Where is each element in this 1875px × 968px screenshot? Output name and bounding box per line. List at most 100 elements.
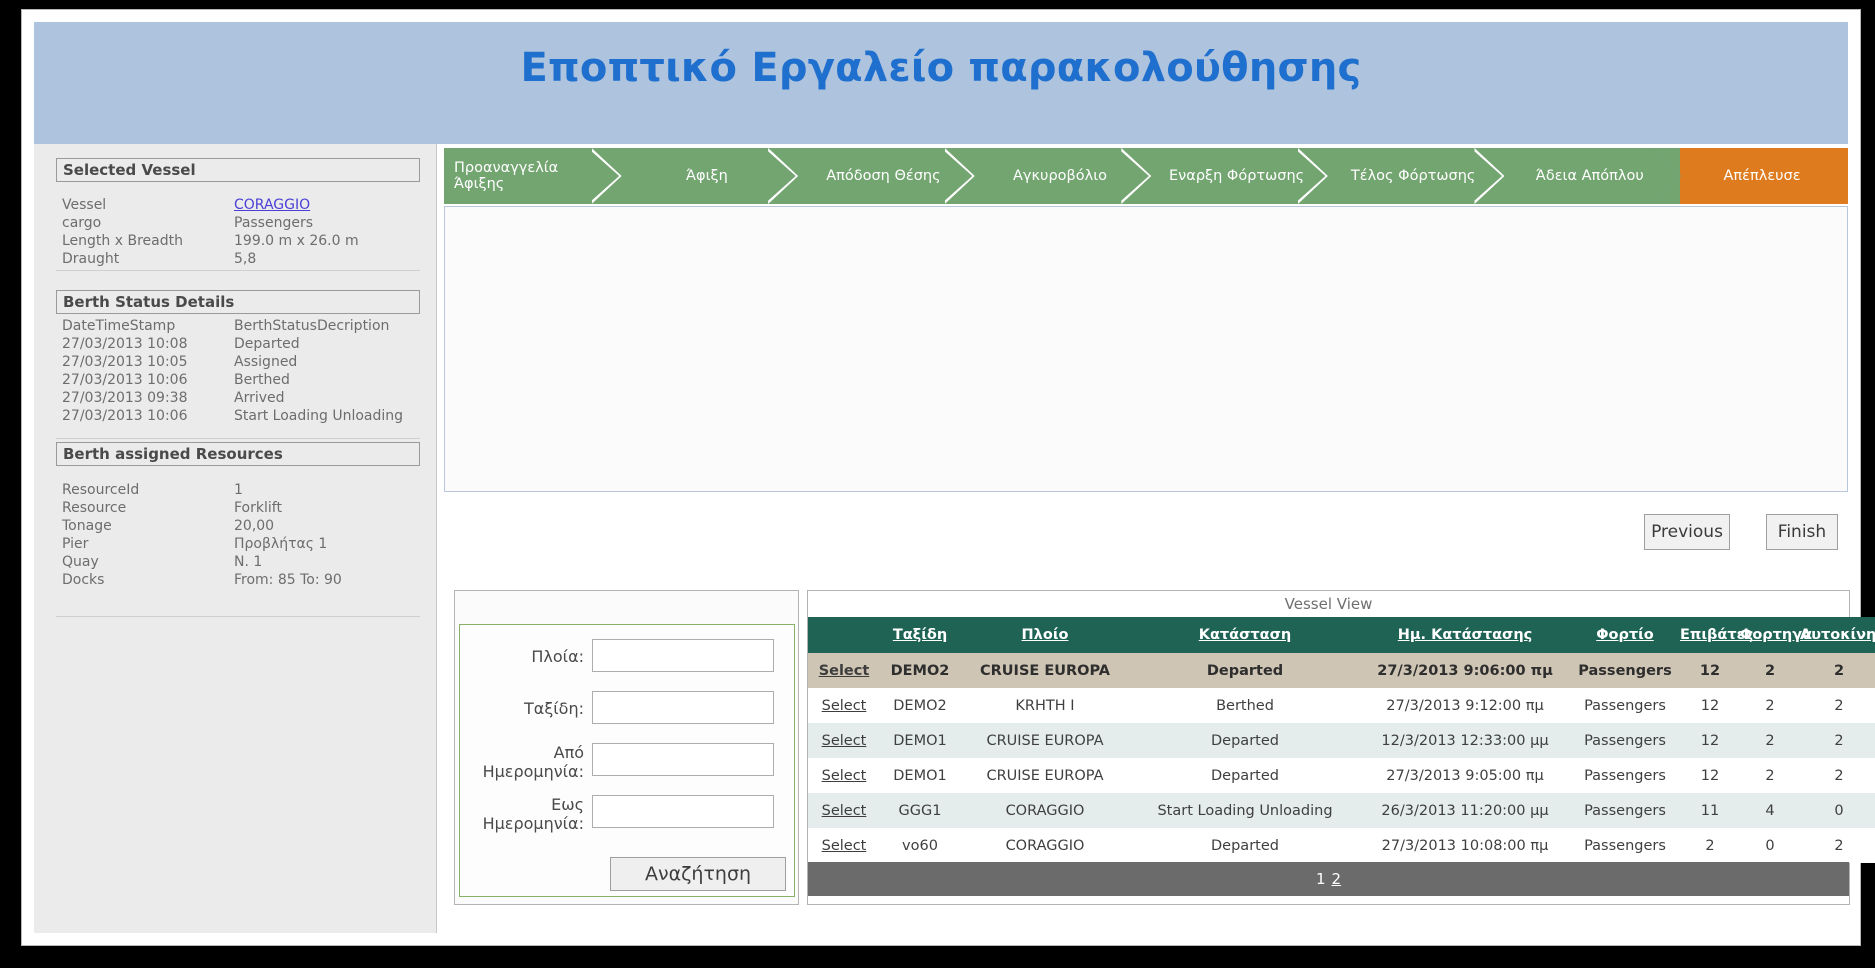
table-row[interactable]: Select DEMO2 KRHTH I Berthed 27/3/2013 9… — [808, 688, 1875, 723]
table-row: Draught 5,8 — [56, 250, 420, 268]
table-row: ResourceId 1 — [56, 481, 420, 499]
cell-timestamp: 27/03/2013 09:38 — [62, 390, 188, 406]
cell-passengers: 12 — [1680, 758, 1740, 793]
wizard-step-label: Αγκυροβόλιο — [1013, 168, 1108, 184]
cell-cars: 2 — [1800, 653, 1875, 688]
wizard-step-5[interactable]: Εναρξη Φόρτωσης — [1150, 148, 1327, 204]
field-label: cargo — [62, 215, 102, 231]
cell-timestamp: 27/03/2013 10:08 — [62, 336, 188, 352]
field-label: Length x Breadth — [62, 233, 183, 249]
col-passengers[interactable]: Επιβάτες — [1680, 617, 1753, 653]
cell-timestamp: 27/03/2013 10:06 — [62, 372, 188, 388]
select-row-link[interactable]: Select — [822, 768, 867, 784]
wizard-step-6[interactable]: Τέλος Φόρτωσης — [1326, 148, 1504, 204]
select-row-link[interactable]: Select — [822, 698, 867, 714]
cell-cars: 2 — [1800, 688, 1875, 723]
wizard-step-8-active[interactable]: Απέπλευσε — [1680, 148, 1848, 204]
col-trip[interactable]: Ταξίδη — [880, 617, 960, 653]
select-row-link[interactable]: Select — [822, 838, 867, 854]
col-cars[interactable]: Αυτοκίνητα — [1800, 617, 1875, 653]
wizard-step-3[interactable]: Απόδοση Θέσης — [797, 148, 974, 204]
cell-passengers: 2 — [1680, 828, 1740, 863]
form-row-trip: Ταξίδη: — [460, 691, 794, 735]
page-link-2[interactable]: 2 — [1332, 870, 1342, 888]
wizard-step-7[interactable]: Άδεια Απόπλου — [1503, 148, 1681, 204]
table-row: Quay Ν. 1 — [56, 553, 420, 571]
table-row: Tonage 20,00 — [56, 517, 420, 535]
table-header-row: DateTimeStamp BerthStatusDecription — [56, 317, 420, 335]
wizard-navigation: Previous Finish — [444, 502, 1848, 562]
col-status-date[interactable]: Ημ. Κατάστασης — [1360, 617, 1570, 653]
col-vessel[interactable]: Πλοίο — [960, 617, 1130, 653]
table-row[interactable]: Select GGG1 CORAGGIO Start Loading Unloa… — [808, 793, 1875, 828]
cell-passengers: 12 — [1680, 688, 1740, 723]
cell-trip: DEMO2 — [880, 653, 960, 688]
cell-trucks: 2 — [1740, 688, 1800, 723]
wizard-step-label: Άφιξη — [685, 168, 728, 184]
to-date-input[interactable] — [592, 795, 774, 828]
column-header: BerthStatusDecription — [234, 318, 390, 334]
wizard-step-label: Προαναγγελία Άφιξης — [454, 160, 559, 192]
cell-status-date: 27/3/2013 9:05:00 πμ — [1360, 758, 1570, 793]
table-row[interactable]: Select DEMO1 CRUISE EUROPA Departed 27/3… — [808, 758, 1875, 793]
column-header: DateTimeStamp — [62, 318, 176, 334]
vessel-field-label: Πλοία: — [531, 647, 584, 666]
search-panel: Πλοία: Ταξίδη: Από Ημερομηνία: Εως Ημερο… — [454, 590, 799, 905]
page-link-1[interactable]: 1 — [1316, 870, 1326, 888]
cell-status-date: 27/3/2013 9:12:00 πμ — [1360, 688, 1570, 723]
table-row[interactable]: Select DEMO2 CRUISE EUROPA Departed 27/3… — [808, 653, 1875, 688]
form-row-from-date: Από Ημερομηνία: — [460, 743, 794, 787]
col-status[interactable]: Κατάσταση — [1130, 617, 1360, 653]
field-value: Ν. 1 — [234, 554, 263, 570]
grid-pagination: 1 2 — [808, 862, 1849, 896]
application-window: Εποπτικό Εργαλείο παρακολούθησης Selecte… — [22, 10, 1875, 945]
cell-status-date: 27/3/2013 9:06:00 πμ — [1360, 653, 1570, 688]
wizard-step-4[interactable]: Αγκυροβόλιο — [973, 148, 1151, 204]
cell-vessel: CRUISE EUROPA — [960, 653, 1130, 688]
table-row: Pier Προβλήτας 1 — [56, 535, 420, 553]
wizard-step-label: Απέπλευσε — [1723, 168, 1801, 184]
field-label: Draught — [62, 251, 120, 267]
cell-status: Departed — [234, 336, 300, 352]
vessel-name-link[interactable]: CORAGGIO — [234, 197, 310, 213]
previous-button[interactable]: Previous — [1644, 514, 1730, 550]
table-row: 27/03/2013 10:06 Start Loading Unloading — [56, 407, 420, 425]
field-value: Προβλήτας 1 — [234, 536, 328, 552]
cell-trip: DEMO2 — [880, 688, 960, 723]
vessel-view-table: Ταξίδη Πλοίο Κατάσταση Ημ. Κατάστασης Φο… — [808, 617, 1875, 863]
select-row-link[interactable]: Select — [822, 733, 867, 749]
from-date-input[interactable] — [592, 743, 774, 776]
berth-resources-heading: Berth assigned Resources — [56, 442, 420, 466]
col-trucks[interactable]: Φορτηγα — [1740, 617, 1812, 653]
title-banner: Εποπτικό Εργαλείο παρακολούθησης — [34, 22, 1848, 144]
wizard-step-bar: Προαναγγελία Άφιξης Άφιξη Απόδοση Θέσης … — [444, 148, 1848, 204]
page-title: Εποπτικό Εργαλείο παρακολούθησης — [520, 45, 1362, 91]
table-row: 27/03/2013 09:38 Arrived — [56, 389, 420, 407]
field-value: Forklift — [234, 500, 282, 516]
cell-trucks: 4 — [1740, 793, 1800, 828]
col-cargo[interactable]: Φορτίο — [1570, 617, 1680, 653]
field-label: Vessel — [62, 197, 107, 213]
field-value: Passengers — [234, 215, 314, 231]
cell-status: Start Loading Unloading — [1130, 793, 1360, 828]
cell-trip: DEMO1 — [880, 758, 960, 793]
vessel-search-input[interactable] — [592, 639, 774, 672]
cell-passengers: 12 — [1680, 723, 1740, 758]
cell-status-date: 12/3/2013 12:33:00 μμ — [1360, 723, 1570, 758]
table-row: Resource Forklift — [56, 499, 420, 517]
select-row-link[interactable]: Select — [819, 663, 870, 679]
wizard-step-2[interactable]: Άφιξη — [620, 148, 798, 204]
table-row[interactable]: Select vo60 CORAGGIO Departed 27/3/2013 … — [808, 828, 1875, 863]
table-row[interactable]: Select DEMO1 CRUISE EUROPA Departed 12/3… — [808, 723, 1875, 758]
selected-vessel-table: Vessel CORAGGIO cargo Passengers Length … — [56, 196, 420, 268]
finish-button[interactable]: Finish — [1766, 514, 1838, 550]
cell-cars: 2 — [1800, 723, 1875, 758]
select-row-link[interactable]: Select — [822, 803, 867, 819]
from-date-field-label: Από Ημερομηνία: — [482, 743, 584, 781]
form-row-vessel: Πλοία: — [460, 639, 794, 683]
table-row: 27/03/2013 10:06 Berthed — [56, 371, 420, 389]
wizard-step-1[interactable]: Προαναγγελία Άφιξης — [444, 148, 621, 204]
field-label: Tonage — [62, 518, 112, 534]
search-button[interactable]: Αναζήτηση — [610, 857, 786, 891]
trip-search-input[interactable] — [592, 691, 774, 724]
